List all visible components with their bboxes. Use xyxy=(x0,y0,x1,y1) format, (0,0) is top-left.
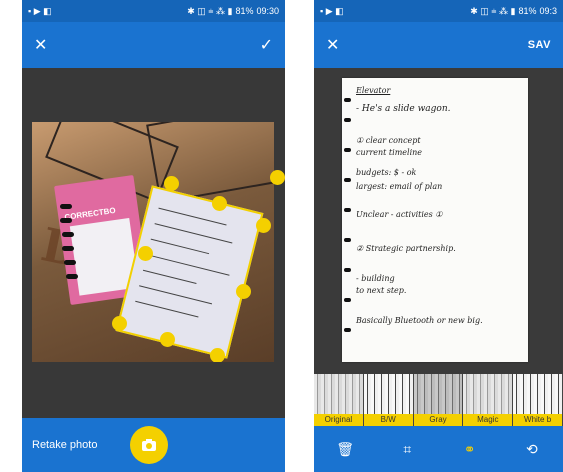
crop-handle[interactable] xyxy=(270,170,285,185)
status-icons-left: ▪ ▶ ◧ xyxy=(320,5,344,16)
note-line: Basically Bluetooth or new big. xyxy=(356,316,483,325)
crop-handle[interactable] xyxy=(112,316,127,331)
filter-gray[interactable]: Gray xyxy=(413,374,464,426)
scan-preview-area: Elevator - He's a slide wagon. ① clear c… xyxy=(314,68,563,472)
rotate-icon[interactable]: ⟲ xyxy=(517,441,547,458)
filter-label: Gray xyxy=(413,414,463,426)
filter-label: B/W xyxy=(363,414,413,426)
clock: 09:3 xyxy=(539,6,557,16)
note-line: - He's a slide wagon. xyxy=(356,104,451,114)
filter-original[interactable]: Original xyxy=(314,374,364,426)
filter-icon[interactable]: ⚭ xyxy=(455,441,485,458)
scanned-page: Elevator - He's a slide wagon. ① clear c… xyxy=(342,78,528,362)
note-line: to next step. xyxy=(356,286,407,295)
note-line: ① clear concept xyxy=(356,136,421,145)
captured-photo: DECTR CORRECTBO xyxy=(32,122,274,362)
status-icons-right: ✱ ◫ ⩧ ⁂ ▮ 81% 09:3 xyxy=(470,6,557,17)
signal-icons: ✱ ◫ ⩧ ⁂ ▮ xyxy=(470,5,516,16)
signal-icons: ✱ ◫ ⩧ ⁂ ▮ xyxy=(187,5,233,16)
edit-toolbar: 🗑 ⌗ ⚭ ⟲ xyxy=(314,426,563,472)
app-bar: ✕ ✓ xyxy=(22,22,285,68)
status-bar: ▪ ▶ ◧ ✱ ◫ ⩧ ⁂ ▮ 81% 09:3 xyxy=(314,0,563,22)
note-line: budgets: $ - ok xyxy=(356,168,417,177)
close-icon[interactable]: ✕ xyxy=(34,35,47,55)
note-line: largest: email of plan xyxy=(356,182,443,191)
note-line: Unclear - activities ① xyxy=(356,210,443,219)
crop-handle[interactable] xyxy=(164,176,179,191)
note-line: ② Strategic partnership. xyxy=(356,244,456,253)
close-icon[interactable]: ✕ xyxy=(326,35,339,55)
clock: 09:30 xyxy=(256,6,279,16)
right-phone-screen: ▪ ▶ ◧ ✱ ◫ ⩧ ⁂ ▮ 81% 09:3 ✕ SAV Elevator … xyxy=(314,0,563,472)
filter-label: Original xyxy=(314,414,363,426)
left-phone-screen: ▪ ▶ ◧ ✱ ◫ ⩧ ⁂ ▮ 81% 09:30 ✕ ✓ DECTR CORR… xyxy=(22,0,285,472)
battery-level: 81% xyxy=(235,6,254,16)
status-icons-right: ✱ ◫ ⩧ ⁂ ▮ 81% 09:30 xyxy=(187,6,279,17)
app-bar: ✕ SAV xyxy=(314,22,563,68)
save-button[interactable]: SAV xyxy=(528,39,551,51)
trash-icon[interactable]: 🗑 xyxy=(330,441,360,458)
camera-icon xyxy=(142,439,156,451)
filter-strip: Original B/W Gray Magic White b xyxy=(314,374,563,426)
capture-bar: Retake photo xyxy=(22,418,285,472)
check-icon[interactable]: ✓ xyxy=(260,35,273,55)
note-line: current timeline xyxy=(356,148,423,157)
photo-preview-area: DECTR CORRECTBO xyxy=(22,68,285,418)
crop-icon[interactable]: ⌗ xyxy=(392,441,422,458)
crop-handle[interactable] xyxy=(138,246,153,261)
filter-magic[interactable]: Magic xyxy=(463,374,514,426)
filter-label: Magic xyxy=(463,414,513,426)
filter-bw[interactable]: B/W xyxy=(363,374,414,426)
status-icons-left: ▪ ▶ ◧ xyxy=(28,5,52,16)
crop-handle[interactable] xyxy=(212,196,227,211)
note-line: - building xyxy=(356,274,395,283)
status-bar: ▪ ▶ ◧ ✱ ◫ ⩧ ⁂ ▮ 81% 09:30 xyxy=(22,0,285,22)
filter-label: White b xyxy=(513,414,562,426)
crop-handle[interactable] xyxy=(210,348,225,362)
crop-handle[interactable] xyxy=(256,218,271,233)
crop-handle[interactable] xyxy=(160,332,175,347)
filter-whiteboard[interactable]: White b xyxy=(513,374,563,426)
camera-shutter-button[interactable] xyxy=(130,426,168,464)
note-line: Elevator xyxy=(356,86,391,95)
battery-level: 81% xyxy=(518,6,537,16)
retake-photo-button[interactable]: Retake photo xyxy=(32,439,97,451)
crop-handle[interactable] xyxy=(236,284,251,299)
